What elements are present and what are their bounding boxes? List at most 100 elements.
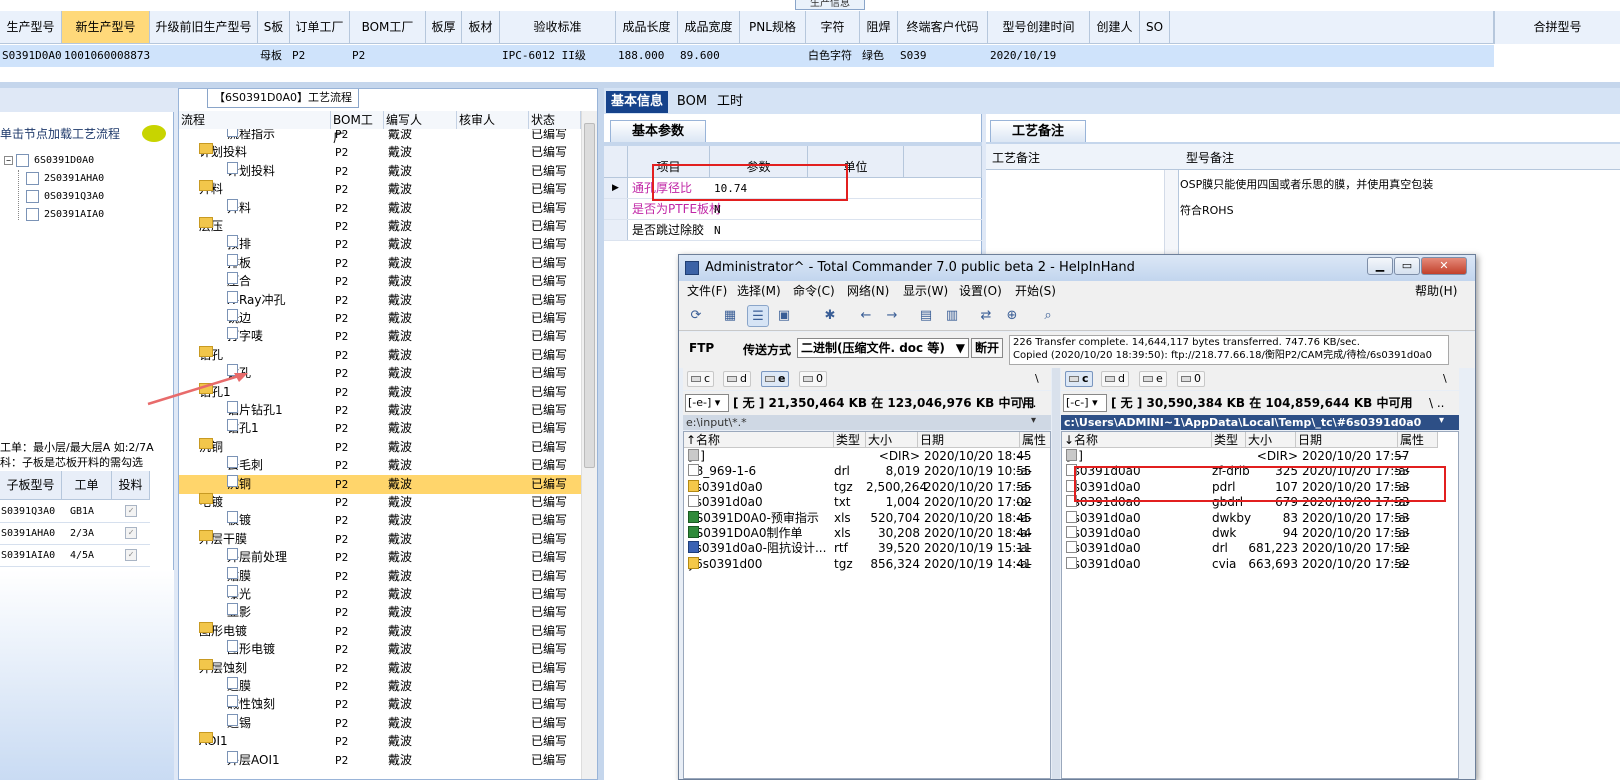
history-dropdown-icon[interactable]: ▾ bbox=[1439, 415, 1444, 426]
checkbox[interactable]: ✓ bbox=[125, 549, 137, 561]
menu-item[interactable]: 开始(S) bbox=[1015, 281, 1056, 301]
pane-splitter[interactable] bbox=[1052, 368, 1060, 779]
production-info-tab[interactable]: 生产信息 bbox=[795, 0, 865, 10]
column-header[interactable]: 新生产型号 bbox=[62, 11, 150, 44]
ftp-connect-icon[interactable]: ⇄ bbox=[975, 305, 997, 327]
column-header[interactable]: 板厚 bbox=[426, 11, 462, 44]
checkbox[interactable]: ✓ bbox=[125, 505, 137, 517]
left-file-list[interactable]: ↑名称类型大小日期属性[..]<DIR>2020/10/20 18:45—28_… bbox=[683, 431, 1051, 779]
process-column-header[interactable]: 状态 bbox=[529, 111, 581, 129]
column-header[interactable]: 创建人 bbox=[1090, 11, 1140, 44]
column-header[interactable]: 终端客户代码 bbox=[898, 11, 988, 44]
file-row[interactable]: y6s0391d00 tgz 856,324 2020/10/19 14:41 -a- bbox=[684, 556, 1050, 572]
unpack-icon[interactable]: ▥ bbox=[941, 305, 963, 327]
file-column-header[interactable]: 大小 bbox=[866, 432, 918, 448]
process-row[interactable]: 板镀 P2 戴波 已编写 bbox=[179, 511, 581, 530]
file-column-header[interactable]: 日期 bbox=[918, 432, 1020, 448]
column-header[interactable]: 成品宽度 bbox=[678, 11, 740, 44]
process-column-header[interactable]: 流程 bbox=[179, 111, 331, 129]
file-row[interactable]: 28_969-1-6 drl 8,019 2020/10/19 10:55 -a- bbox=[684, 464, 1050, 479]
column-header[interactable]: 字符 bbox=[806, 11, 860, 44]
tree-node-root[interactable]: −6S0391D0A0 bbox=[4, 152, 94, 170]
transfer-mode-select[interactable]: 二进制(压缩文件. doc 等) ▼ bbox=[797, 338, 969, 358]
column-header[interactable]: 板材 bbox=[462, 11, 500, 44]
param-column-header[interactable] bbox=[604, 146, 628, 178]
column-header[interactable]: 生产型号 bbox=[0, 11, 62, 44]
drive-button[interactable]: d bbox=[723, 371, 751, 387]
process-row[interactable]: 退锡 P2 戴波 已编写 bbox=[179, 713, 581, 733]
process-row[interactable]: 预排 P2 戴波 已编写 bbox=[179, 235, 581, 254]
sub-grid-header[interactable]: 工单 bbox=[62, 471, 112, 500]
drive-button[interactable]: 0 bbox=[799, 371, 827, 387]
process-row[interactable]: 显影 P2 戴波 已编写 bbox=[179, 603, 581, 622]
root-button[interactable]: \ bbox=[1443, 368, 1447, 390]
maximize-button[interactable]: ▭ bbox=[1394, 257, 1420, 275]
refresh-icon[interactable]: ⟳ bbox=[685, 305, 707, 327]
column-header[interactable]: 验收标准 bbox=[500, 11, 616, 44]
scrollbar-thumb[interactable] bbox=[584, 123, 595, 468]
file-column-header[interactable]: 属性 bbox=[1398, 432, 1438, 448]
column-header[interactable]: SO bbox=[1140, 11, 1170, 44]
drive-button[interactable]: d bbox=[1101, 371, 1129, 387]
process-column-header[interactable]: 编写人 bbox=[384, 111, 457, 129]
column-header[interactable]: 阻焊 bbox=[860, 11, 898, 44]
column-header[interactable]: 成品长度 bbox=[616, 11, 678, 44]
process-row[interactable]: 铣边 P2 戴波 已编写 bbox=[179, 309, 581, 328]
process-row[interactable]: −电镀 P2 戴波 已编写 bbox=[179, 493, 581, 512]
history-dropdown-icon[interactable]: ▾ bbox=[1031, 415, 1036, 426]
window-title-bar[interactable]: Administrator^ - Total Commander 7.0 pub… bbox=[679, 255, 1475, 281]
invert-selection-icon[interactable]: ✱ bbox=[819, 305, 841, 327]
forward-icon[interactable]: → bbox=[881, 305, 903, 327]
file-row[interactable]: 6s0391d0a0 tgz 2,500,264 2020/10/20 17:55 -a… bbox=[684, 479, 1050, 495]
process-row[interactable]: −外层蚀刻 P2 戴波 已编写 bbox=[179, 658, 581, 678]
find-icon[interactable]: ⌕ bbox=[1037, 305, 1059, 327]
drive-select[interactable]: [-e-] ▾ bbox=[685, 394, 729, 412]
file-row[interactable]: 6s0391d0a0 drl 681,223 2020/10/20 17:52 -a- bbox=[1062, 541, 1458, 556]
drive-button[interactable]: e bbox=[761, 371, 790, 387]
file-row[interactable]: 6s0391d0a0 cvia 663,693 2020/10/20 17:52 -a- bbox=[1062, 556, 1458, 572]
param-row[interactable]: 是否为PTFE板材 N bbox=[604, 199, 982, 220]
file-column-header[interactable]: 类型 bbox=[834, 432, 866, 448]
process-row[interactable]: 压合 P2 戴波 已编写 bbox=[179, 272, 581, 291]
process-row[interactable]: 开料 P2 戴波 已编写 bbox=[179, 198, 581, 218]
model-note-text[interactable]: OSP膜只能使用四国或者乐思的膜，并使用真空包装 符合ROHS bbox=[1180, 172, 1433, 224]
process-row[interactable]: −钻孔 P2 戴波 已编写 bbox=[179, 345, 581, 365]
file-row[interactable]: 6S0391D0A0-预审指示 xls 520,704 2020/10/20 18:4… bbox=[684, 510, 1050, 526]
process-row[interactable]: −AOI1 P2 戴波 已编写 bbox=[179, 732, 581, 751]
process-row[interactable]: −计划投料 P2 戴波 已编写 bbox=[179, 143, 581, 162]
process-row[interactable]: −沉铜 P2 戴波 已编写 bbox=[179, 437, 581, 457]
main-tab[interactable]: 基本信息 bbox=[606, 91, 668, 113]
process-row[interactable]: 计划投料 P2 戴波 已编写 bbox=[179, 161, 581, 181]
file-row[interactable]: 6s0391d0a0-阻抗设计... rtf 39,520 2020/10/19 15… bbox=[684, 541, 1050, 556]
file-column-header[interactable]: ↓名称 bbox=[1062, 432, 1212, 448]
process-row[interactable]: 图形电镀 P2 戴波 已编写 bbox=[179, 640, 581, 659]
process-column-header[interactable]: 核审人 bbox=[457, 111, 529, 129]
sub-grid-header[interactable]: 投料 bbox=[112, 471, 150, 500]
url-icon[interactable]: ⊕ bbox=[1001, 305, 1023, 327]
process-row[interactable]: 退膜 P2 戴波 已编写 bbox=[179, 677, 581, 696]
total-commander-window[interactable]: Administrator^ - Total Commander 7.0 pub… bbox=[678, 254, 1476, 780]
root-button[interactable]: \ bbox=[1035, 368, 1039, 390]
tab-basic-params[interactable]: 基本参数 bbox=[610, 120, 706, 142]
process-row[interactable]: 外层前处理 P2 戴波 已编写 bbox=[179, 548, 581, 567]
file-row[interactable]: [..]<DIR>2020/10/20 17:57— bbox=[1062, 449, 1458, 464]
process-row[interactable]: 曝光 P2 戴波 已编写 bbox=[179, 585, 581, 604]
process-row[interactable]: 钻孔1 P2 戴波 已编写 bbox=[179, 419, 581, 438]
column-header[interactable]: BOM工厂 bbox=[350, 11, 426, 44]
drive-button[interactable]: e bbox=[1139, 371, 1167, 387]
drive-button[interactable]: c bbox=[1065, 371, 1093, 387]
menu-item[interactable]: 网络(N) bbox=[847, 281, 889, 301]
close-button[interactable]: ✕ bbox=[1421, 257, 1467, 275]
file-row[interactable]: 6S0391D0A0制作单 xls 30,208 2020/10/20 18:44 -a… bbox=[684, 526, 1050, 541]
process-row[interactable]: 贴膜 P2 戴波 已编写 bbox=[179, 566, 581, 586]
main-tab[interactable]: BOM bbox=[674, 91, 710, 113]
process-column-header[interactable]: BOM工厂 bbox=[331, 111, 384, 145]
pack-icon[interactable]: ▤ bbox=[915, 305, 937, 327]
drive-button[interactable]: 0 bbox=[1177, 371, 1205, 387]
collapse-icon[interactable]: − bbox=[4, 155, 13, 165]
process-row[interactable]: −层压 P2 戴波 已编写 bbox=[179, 217, 581, 236]
ftp-log[interactable]: 226 Transfer complete. 14,644,117 bytes … bbox=[1009, 335, 1449, 365]
column-header[interactable]: 型号创建时间 bbox=[988, 11, 1090, 44]
process-row[interactable]: −开料 P2 戴波 已编写 bbox=[179, 180, 581, 199]
menu-item[interactable]: 命令(C) bbox=[793, 281, 835, 301]
